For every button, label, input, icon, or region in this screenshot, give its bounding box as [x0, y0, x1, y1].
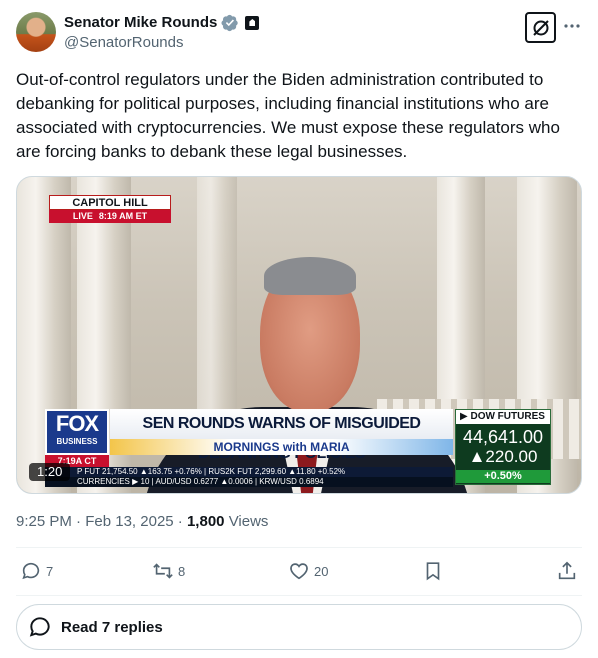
news-lower-third: FOX BUSINESS 7:19A CT SEN ROUNDS WARNS O…	[45, 409, 455, 487]
views-count: 1,800	[186, 513, 225, 530]
tweet-meta: 9:25 PM · Feb 13, 2025 · 1,800 Views	[16, 512, 268, 532]
grok-button[interactable]	[525, 12, 556, 43]
more-options-icon[interactable]	[562, 16, 582, 36]
network-logo-text: FOX	[55, 411, 99, 436]
location-tag: CAPITOL HILL LIVE 8:19 AM ET	[49, 195, 171, 223]
repost-count: 8	[178, 563, 186, 579]
tweet-time[interactable]: 9:25 PM	[16, 513, 72, 530]
dow-value: 44,641.00	[462, 427, 544, 447]
read-replies-button[interactable]: Read 7 replies	[16, 604, 582, 650]
location-label: CAPITOL HILL	[49, 195, 171, 210]
dow-futures-box: ▶ DOW FUTURES 44,641.00 ▲220.00 +0.50%	[455, 409, 551, 485]
read-replies-label: Read 7 replies	[61, 618, 163, 636]
show-name: MORNINGS with MARIA	[110, 439, 453, 455]
reply-bubble-icon	[29, 617, 50, 637]
reply-count: 7	[46, 563, 54, 579]
dow-percent: +0.50%	[456, 470, 550, 483]
share-button[interactable]	[556, 560, 578, 582]
grok-icon	[532, 19, 549, 36]
dow-title: ▶ DOW FUTURES	[456, 410, 550, 424]
share-icon	[558, 561, 576, 580]
live-time: 8:19 AM ET	[98, 211, 148, 221]
ticker-line-2: CURRENCIES ▶ 10 | AUD/USD 0.6277 ▲0.0006…	[45, 477, 453, 487]
government-badge-icon	[245, 16, 260, 30]
divider	[16, 595, 582, 596]
network-logo: FOX BUSINESS	[45, 409, 109, 455]
video-duration: 1:20	[29, 463, 71, 481]
reply-icon	[22, 562, 40, 580]
handle[interactable]: @SenatorRounds	[64, 33, 183, 53]
divider	[16, 547, 582, 548]
avatar[interactable]	[16, 12, 56, 52]
meta-separator: ·	[177, 513, 187, 530]
dow-change: ▲220.00	[468, 447, 538, 466]
live-label: LIVE	[72, 211, 93, 221]
action-bar: 7 8 20	[16, 560, 582, 586]
tweet-header: Senator Mike Rounds @SenatorRounds	[16, 12, 582, 54]
tweet-text: Out-of-control regulators under the Bide…	[16, 70, 560, 161]
like-button[interactable]: 20	[288, 560, 328, 582]
meta-separator: ·	[76, 513, 86, 530]
video-player[interactable]: CAPITOL HILL LIVE 8:19 AM ET FOX BUSINES…	[16, 176, 582, 494]
like-count: 20	[314, 563, 329, 579]
reply-button[interactable]: 7	[20, 560, 53, 582]
live-label-row: LIVE 8:19 AM ET	[49, 210, 171, 223]
repost-button[interactable]: 8	[152, 560, 185, 582]
name-row: Senator Mike Rounds	[64, 13, 260, 33]
views-label: Views	[228, 513, 269, 530]
heart-icon	[290, 563, 308, 580]
display-name[interactable]: Senator Mike Rounds	[64, 13, 217, 33]
speaker-hair	[264, 257, 356, 295]
bookmark-button[interactable]	[422, 560, 444, 582]
bookmark-icon	[426, 562, 440, 581]
tweet-date[interactable]: Feb 13, 2025	[85, 513, 173, 530]
verified-badge-icon[interactable]	[221, 14, 239, 32]
repost-icon	[153, 563, 173, 579]
ticker-line-1: P FUT 21,754.50 ▲163.75 +0.76% | RUS2K F…	[45, 467, 453, 477]
news-headline: SEN ROUNDS WARNS OF MISGUIDED DEBANKING …	[110, 409, 453, 462]
network-logo-sub: BUSINESS	[56, 437, 98, 446]
